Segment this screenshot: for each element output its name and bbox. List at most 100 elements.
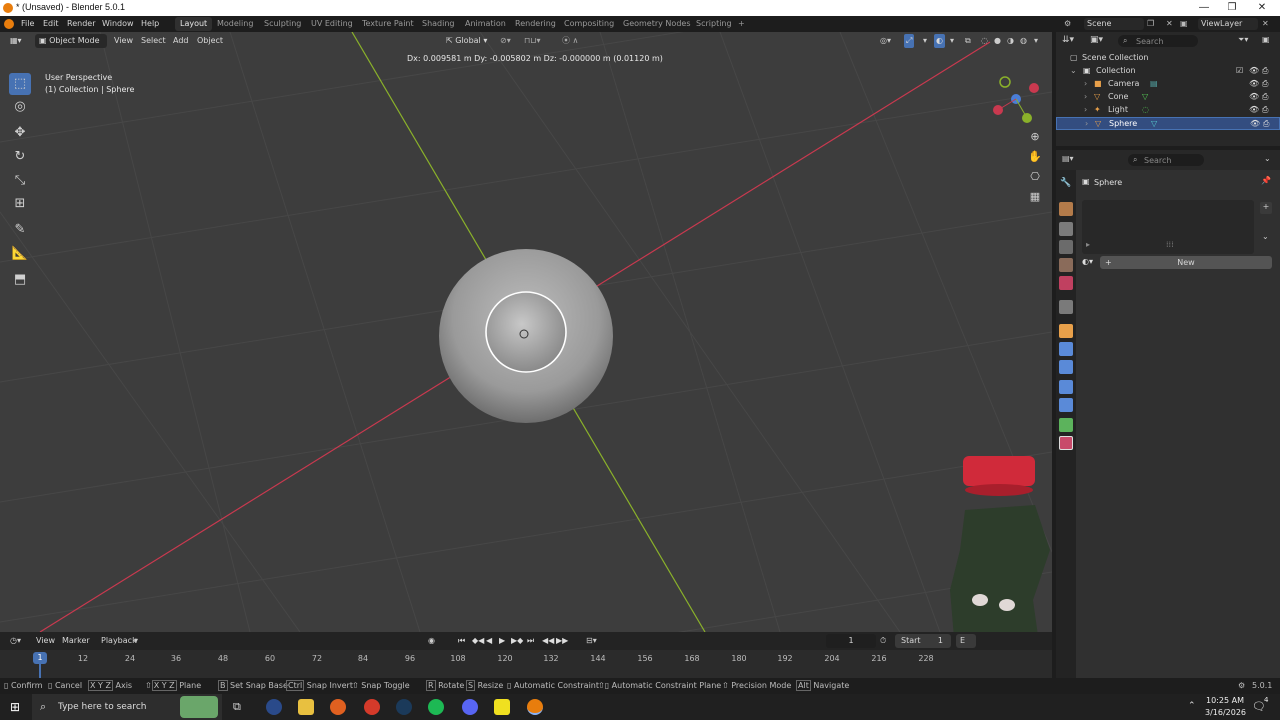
menu-window[interactable]: Window	[102, 16, 134, 32]
collection-camera-icon[interactable]: ⎙	[1262, 66, 1268, 76]
outliner-row-cone[interactable]: › ▽ Cone ▽ 👁 ⎙	[1056, 91, 1280, 104]
timeline-menu-playback[interactable]: Playback	[101, 634, 137, 648]
shading-rendered-icon[interactable]: ◍	[1020, 34, 1027, 48]
proportional-edit-icon[interactable]: ⦿ ∧	[562, 34, 578, 48]
outliner-row-scene-collection[interactable]: ▢ Scene Collection	[1056, 52, 1280, 65]
zoom-icon[interactable]: ⊕	[1026, 128, 1044, 146]
file-explorer-icon[interactable]	[298, 699, 314, 715]
steam-icon[interactable]	[396, 699, 412, 715]
outliner-row-sphere[interactable]: › ▽ Sphere ▽ 👁 ⎙	[1056, 117, 1280, 130]
discord-icon[interactable]	[462, 699, 478, 715]
expand-arrow-icon[interactable]: ›	[1084, 79, 1087, 88]
shading-wireframe-icon[interactable]: ◌	[981, 34, 988, 48]
world-tab-icon[interactable]	[1059, 276, 1073, 290]
particles-tab-icon[interactable]	[1059, 360, 1073, 374]
collapse-arrow-icon[interactable]: ⌄	[1070, 66, 1077, 75]
end-frame-field[interactable]: E	[956, 634, 976, 648]
expand-arrow-icon[interactable]: ›	[1084, 105, 1087, 114]
tab-uv-editing[interactable]: UV Editing	[306, 17, 358, 31]
overlay-toggle-icon[interactable]: ◐	[934, 34, 945, 48]
viewport-menu-object[interactable]: Object	[197, 34, 223, 48]
expand-arrow-icon[interactable]: ›	[1084, 92, 1087, 101]
pin-icon[interactable]: 📌	[1261, 176, 1271, 185]
expand-arrow-icon[interactable]: ›	[1085, 119, 1088, 128]
remove-scene-icon[interactable]: ✕	[1166, 16, 1173, 32]
tab-modeling[interactable]: Modeling	[212, 17, 258, 31]
overlay-dropdown-icon[interactable]: ▾	[950, 34, 954, 48]
outliner-search-field[interactable]: ⌕ Search	[1118, 35, 1198, 47]
viewport-menu-select[interactable]: Select	[141, 34, 166, 48]
collection-checkbox[interactable]: ☑	[1236, 66, 1243, 75]
object-tab-icon[interactable]	[1059, 324, 1073, 338]
menu-file[interactable]: File	[21, 16, 34, 32]
snap-icon[interactable]: ⊓⊔▾	[524, 34, 541, 48]
select-box-tool-icon[interactable]: ⬚	[9, 73, 31, 95]
display-mode-icon[interactable]: ▣▾	[1090, 35, 1103, 45]
transform-tool-icon[interactable]: ⊞	[9, 193, 31, 215]
data-tab-icon[interactable]	[1059, 418, 1073, 432]
visibility-icon[interactable]: ◎▾	[880, 34, 891, 48]
play-icon[interactable]: ▶	[499, 634, 505, 648]
clock-date[interactable]: 3/16/2026	[1205, 708, 1246, 717]
remove-view-layer-icon[interactable]: ✕	[1262, 16, 1269, 32]
tab-texture-paint[interactable]: Texture Paint	[357, 17, 419, 31]
timeline-editor-icon[interactable]: ◷▾	[10, 634, 21, 648]
playhead[interactable]: 1	[33, 652, 47, 664]
physics-tab-icon[interactable]	[1059, 380, 1073, 394]
collection-tab-icon[interactable]	[1059, 300, 1073, 314]
new-scene-icon[interactable]: ❐	[1147, 16, 1154, 32]
tab-compositing[interactable]: Compositing	[559, 17, 619, 31]
add-cube-tool-icon[interactable]: ⬒	[9, 269, 31, 291]
playback-dropdown-icon[interactable]: ▾	[134, 634, 138, 648]
outliner-row-light[interactable]: › ✦ Light ◌ 👁 ⎙	[1056, 104, 1280, 117]
shading-solid-icon[interactable]: ●	[994, 34, 1001, 48]
maximize-button[interactable]: ❐	[1218, 0, 1246, 16]
outliner-editor-icon[interactable]: ⇊▾	[1062, 35, 1074, 45]
chrome-icon[interactable]	[364, 699, 380, 715]
current-frame-field[interactable]: 1	[826, 634, 876, 648]
add-workspace-button[interactable]: +	[733, 17, 750, 31]
status-settings-icon[interactable]: ⚙	[1238, 681, 1245, 690]
move-tool-icon[interactable]: ✥	[9, 122, 31, 144]
tab-animation[interactable]: Animation	[460, 17, 511, 31]
properties-search-field[interactable]: ⌕ Search	[1128, 154, 1204, 166]
perspective-toggle-icon[interactable]: ▦	[1026, 188, 1044, 206]
app-icon-1[interactable]	[266, 699, 282, 715]
spotify-icon[interactable]	[428, 699, 444, 715]
tab-shading[interactable]: Shading	[417, 17, 460, 31]
tab-geometry-nodes[interactable]: Geometry Nodes	[618, 17, 695, 31]
timeline-track[interactable]	[0, 650, 1052, 678]
cursor-tool-icon[interactable]: ◎	[9, 96, 31, 118]
menu-edit[interactable]: Edit	[43, 16, 59, 32]
view-layer-icon[interactable]: ▣	[1180, 16, 1188, 32]
list-expand-arrow-icon[interactable]: ▸	[1086, 240, 1090, 249]
mode-selector[interactable]: ▣ Object Mode	[35, 34, 107, 48]
material-tab-icon[interactable]	[1059, 436, 1073, 450]
list-resize-handle[interactable]: ⁞⁞⁞	[1166, 240, 1174, 249]
next-keyframe-icon[interactable]: ▶◆	[511, 634, 523, 648]
properties-editor-icon[interactable]: ▤▾	[1062, 154, 1074, 163]
annotate-tool-icon[interactable]: ✎	[9, 219, 31, 241]
minimize-button[interactable]: —	[1190, 0, 1218, 16]
timeline-menu-marker[interactable]: Marker	[62, 634, 90, 648]
visibility-eye-icon[interactable]: 👁	[1249, 92, 1259, 101]
modifiers-tab-icon[interactable]	[1059, 342, 1073, 356]
render-camera-icon[interactable]: ⎙	[1262, 105, 1268, 115]
new-material-button[interactable]: + New	[1100, 256, 1272, 269]
task-view-icon[interactable]: ⧉	[233, 700, 241, 714]
scene-tab-icon[interactable]	[1059, 258, 1073, 272]
properties-options-icon[interactable]: ⌄	[1264, 154, 1271, 163]
menu-render[interactable]: Render	[67, 16, 95, 32]
visibility-eye-icon[interactable]: 👁	[1250, 119, 1260, 128]
clock-time[interactable]: 10:25 AM	[1206, 696, 1244, 705]
scale-tool-icon[interactable]: ⤡	[9, 170, 31, 192]
scene-selector[interactable]: Scene	[1084, 18, 1144, 30]
start-frame-field[interactable]: Start 1	[895, 634, 951, 648]
gizmo-toggle-icon[interactable]: ⤢	[904, 34, 915, 48]
visibility-eye-icon[interactable]: 👁	[1249, 79, 1259, 88]
app-icon-yellow[interactable]	[494, 699, 510, 715]
blender-menu-icon[interactable]	[4, 19, 14, 29]
view-layer-tab-icon[interactable]	[1059, 240, 1073, 254]
scene-icon[interactable]: ⚙	[1064, 16, 1071, 32]
render-camera-icon[interactable]: ⎙	[1262, 92, 1268, 102]
